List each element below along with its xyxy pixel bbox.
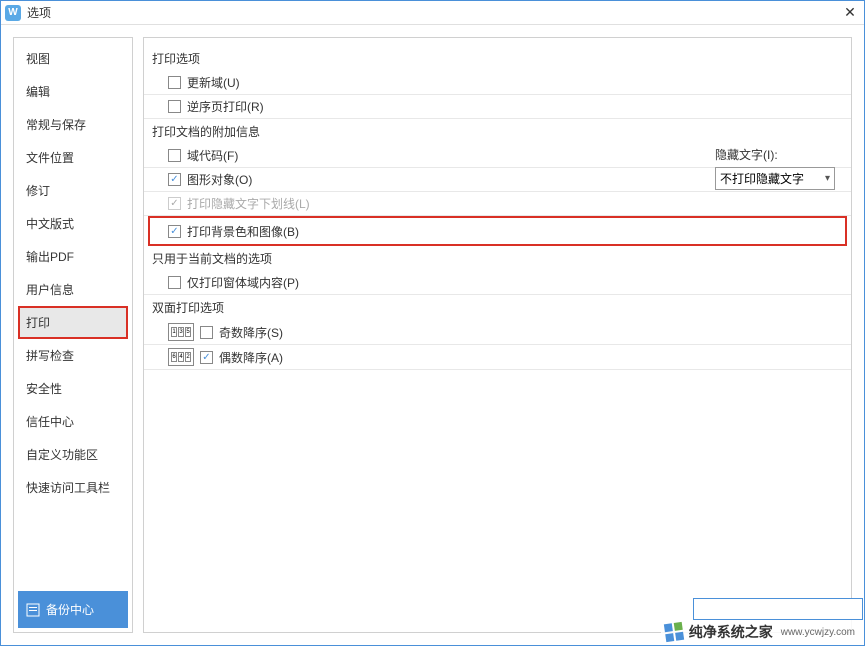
sidebar-item-export-pdf[interactable]: 输出PDF (18, 240, 128, 273)
sidebar-item-security[interactable]: 安全性 (18, 372, 128, 405)
dialog-body: 视图 编辑 常规与保存 文件位置 修订 中文版式 输出PDF 用户信息 打印 拼… (1, 25, 864, 645)
sidebar-item-revision[interactable]: 修订 (18, 174, 128, 207)
ok-button-partial[interactable] (693, 598, 863, 620)
hidden-text-value: 不打印隐藏文字 (720, 170, 804, 187)
watermark-url: www.ycwjzy.com (781, 627, 855, 638)
checkbox-update-fields[interactable] (168, 76, 181, 89)
close-button[interactable]: ✕ (840, 3, 860, 23)
label-update-fields: 更新域(U) (187, 74, 240, 91)
checkbox-print-background[interactable] (168, 225, 181, 238)
sidebar-item-file-location[interactable]: 文件位置 (18, 141, 128, 174)
section-duplex-title: 双面打印选项 (144, 295, 851, 320)
section-additional-info-title: 打印文档的附加信息 (144, 119, 851, 144)
backup-center-button[interactable]: 备份中心 (18, 591, 128, 628)
label-hidden-underline: 打印隐藏文字下划线(L) (187, 195, 310, 212)
hidden-text-group: 隐藏文字(I): 不打印隐藏文字 ▾ (715, 144, 835, 190)
checkbox-hidden-underline (168, 197, 181, 210)
label-odd-descending: 奇数降序(S) (219, 324, 283, 341)
section-print-options-title: 打印选项 (144, 46, 851, 71)
highlight-print-background: 打印背景色和图像(B) (148, 216, 847, 246)
options-window: W 选项 ✕ 视图 编辑 常规与保存 文件位置 修订 中文版式 输出PDF 用户… (0, 0, 865, 646)
label-field-codes: 域代码(F) (187, 147, 238, 164)
label-even-descending: 偶数降序(A) (219, 349, 283, 366)
checkbox-field-codes[interactable] (168, 149, 181, 162)
row-reverse-print: 逆序页打印(R) (144, 95, 851, 119)
sidebar-item-spellcheck[interactable]: 拼写检查 (18, 339, 128, 372)
hidden-text-dropdown[interactable]: 不打印隐藏文字 ▾ (715, 167, 835, 190)
content-panel: 打印选项 更新域(U) 逆序页打印(R) 打印文档的附加信息 域代码(F) 图形… (143, 37, 852, 633)
section-current-doc-title: 只用于当前文档的选项 (144, 246, 851, 271)
row-odd-descending: 135 奇数降序(S) (144, 320, 851, 345)
checkbox-odd-descending[interactable] (200, 326, 213, 339)
sidebar: 视图 编辑 常规与保存 文件位置 修订 中文版式 输出PDF 用户信息 打印 拼… (13, 37, 133, 633)
label-reverse-print: 逆序页打印(R) (187, 98, 264, 115)
duplex-odd-icon: 135 (168, 323, 194, 341)
label-print-background: 打印背景色和图像(B) (187, 223, 299, 240)
checkbox-form-fields-only[interactable] (168, 276, 181, 289)
label-form-fields-only: 仅打印窗体域内容(P) (187, 274, 299, 291)
label-graphic-objects: 图形对象(O) (187, 171, 252, 188)
watermark-text: 纯净系统之家 (689, 622, 773, 642)
row-update-fields: 更新域(U) (144, 71, 851, 95)
app-icon: W (5, 5, 21, 21)
window-title: 选项 (27, 4, 840, 21)
sidebar-item-trust-center[interactable]: 信任中心 (18, 405, 128, 438)
backup-icon (26, 603, 40, 617)
sidebar-item-general-save[interactable]: 常规与保存 (18, 108, 128, 141)
sidebar-item-edit[interactable]: 编辑 (18, 75, 128, 108)
checkbox-even-descending[interactable] (200, 351, 213, 364)
row-hidden-underline: 打印隐藏文字下划线(L) (144, 192, 851, 216)
sidebar-item-print[interactable]: 打印 (18, 306, 128, 339)
row-print-background: 打印背景色和图像(B) (168, 219, 841, 243)
chevron-down-icon: ▾ (825, 173, 830, 184)
sidebar-item-quick-access[interactable]: 快速访问工具栏 (18, 471, 128, 504)
checkbox-graphic-objects[interactable] (168, 173, 181, 186)
hidden-text-label: 隐藏文字(I): (715, 144, 835, 165)
sidebar-item-customize-ribbon[interactable]: 自定义功能区 (18, 438, 128, 471)
checkbox-reverse-print[interactable] (168, 100, 181, 113)
row-form-fields-only: 仅打印窗体域内容(P) (144, 271, 851, 295)
sidebar-item-chinese-layout[interactable]: 中文版式 (18, 207, 128, 240)
watermark-logo-icon (664, 622, 684, 642)
sidebar-item-view[interactable]: 视图 (18, 42, 128, 75)
duplex-even-icon: 642 (168, 348, 194, 366)
backup-center-label: 备份中心 (46, 601, 94, 618)
row-even-descending: 642 偶数降序(A) (144, 345, 851, 370)
watermark: 纯净系统之家 www.ycwjzy.com (661, 620, 859, 644)
sidebar-item-user-info[interactable]: 用户信息 (18, 273, 128, 306)
titlebar: W 选项 ✕ (1, 1, 864, 25)
sidebar-items: 视图 编辑 常规与保存 文件位置 修订 中文版式 输出PDF 用户信息 打印 拼… (18, 42, 128, 591)
